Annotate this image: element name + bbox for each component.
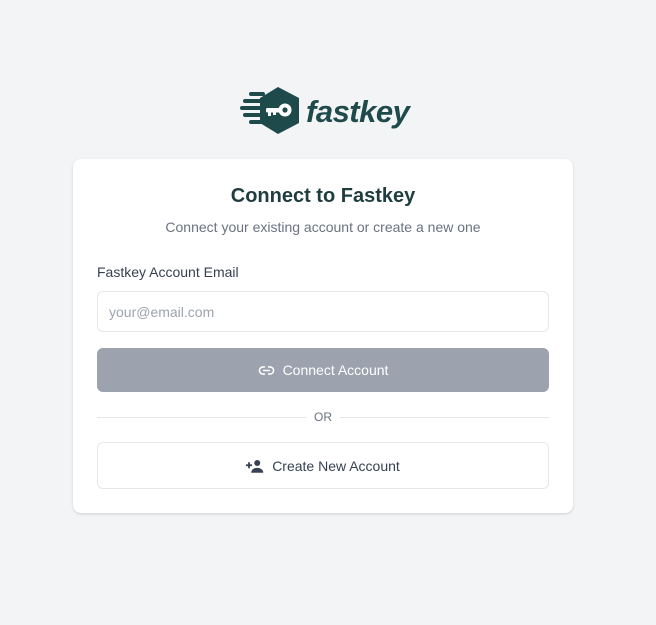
- create-new-account-label: Create New Account: [272, 457, 400, 474]
- divider-text: OR: [314, 410, 332, 424]
- key-hexagon-icon: [240, 86, 302, 136]
- page: fastkey Connect to Fastkey Connect your …: [0, 0, 656, 625]
- connect-card: Connect to Fastkey Connect your existing…: [73, 159, 573, 513]
- divider-line-left: [97, 416, 306, 418]
- connect-account-button[interactable]: Connect Account: [97, 348, 549, 392]
- link-icon: [258, 362, 275, 379]
- brand-logo: fastkey: [240, 86, 410, 136]
- or-divider: OR: [97, 408, 549, 426]
- email-label: Fastkey Account Email: [97, 264, 239, 280]
- person-add-icon: [246, 458, 264, 474]
- divider-line-right: [340, 416, 549, 418]
- card-title: Connect to Fastkey: [230, 185, 416, 207]
- create-new-account-button[interactable]: Create New Account: [97, 442, 549, 489]
- email-input[interactable]: [97, 291, 549, 332]
- card-subtitle: Connect your existing account or create …: [165, 219, 481, 235]
- connect-account-label: Connect Account: [282, 362, 389, 378]
- brand-name: fastkey: [306, 93, 410, 129]
